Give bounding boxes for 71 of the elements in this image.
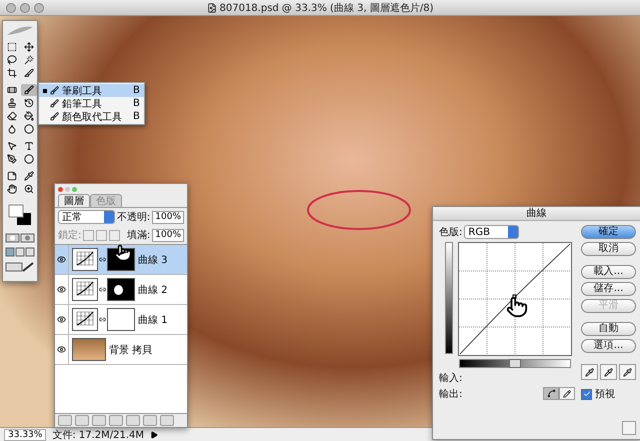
- eyedropper-icon: [604, 368, 613, 376]
- preview-label: 預視: [595, 388, 615, 401]
- eye-icon[interactable]: [57, 285, 66, 294]
- dialog-button[interactable]: 選項...: [581, 339, 636, 353]
- layer-row[interactable]: 曲線 3: [55, 245, 187, 275]
- fill-field[interactable]: 100%: [152, 228, 184, 242]
- window-title: 807018.psd @ 33.3% (曲線 3, 圖層遮色片/8): [220, 2, 434, 14]
- eye-icon[interactable]: [57, 315, 66, 324]
- document-size: 文件: 17.2M/21.4M: [52, 428, 144, 441]
- opacity-field[interactable]: 100%: [152, 210, 184, 224]
- eyedropper-icon: [585, 368, 594, 376]
- channel-label: 色版:: [439, 226, 462, 239]
- eye-icon[interactable]: [57, 345, 66, 354]
- dialog-button[interactable]: 儲存...: [581, 282, 636, 296]
- eye-icon[interactable]: [57, 255, 66, 264]
- input-label: 輸入:: [439, 372, 462, 384]
- feather-icon: [5, 25, 35, 37]
- brush-icon: [50, 99, 59, 108]
- layer-row[interactable]: 曲線 2: [55, 275, 187, 305]
- dialog-button[interactable]: 取消: [581, 242, 636, 256]
- panel-tab[interactable]: 圖層: [58, 194, 90, 207]
- pencil-icon: [563, 390, 571, 398]
- layer-name: 曲線 1: [138, 314, 168, 326]
- pencil-tool-button[interactable]: [559, 387, 575, 400]
- curve-graph[interactable]: [458, 242, 572, 356]
- link-icon: [99, 316, 106, 323]
- photo-thumbnail: [72, 338, 106, 361]
- brush-icon[interactable]: [20, 84, 36, 96]
- link-icon: [99, 286, 106, 293]
- eyedropper-button[interactable]: [581, 364, 598, 380]
- dialog-title: 曲線: [433, 207, 640, 221]
- quick-mask-icon[interactable]: [5, 233, 35, 243]
- zoom-field[interactable]: 33.33%: [4, 428, 46, 440]
- zoom-button[interactable]: [34, 2, 44, 12]
- dialog-button[interactable]: 確定: [581, 225, 636, 239]
- curve-tool-button[interactable]: [543, 387, 559, 400]
- link-icon: [99, 256, 106, 263]
- blend-mode-select[interactable]: 正常: [58, 210, 115, 224]
- channel-select[interactable]: RGB: [464, 225, 520, 239]
- layer-row[interactable]: 曲線 1: [55, 305, 187, 335]
- fill-label: 填滿:: [126, 228, 150, 242]
- brush-icon: [50, 112, 59, 121]
- hand-cursor-icon: [506, 296, 528, 318]
- dialog-button[interactable]: 自動: [581, 322, 636, 336]
- curves-thumbnail: [72, 308, 98, 331]
- curves-thumbnail: [72, 278, 98, 301]
- menu-item[interactable]: 顏色取代工具 B: [39, 110, 144, 123]
- menu-item[interactable]: 筆刷工具 B: [39, 84, 144, 97]
- dialog-button[interactable]: 載入...: [581, 265, 636, 279]
- minimize-button[interactable]: [20, 2, 30, 12]
- curve-icon: [546, 389, 556, 398]
- document-icon: [206, 2, 216, 12]
- opacity-label: 不透明:: [116, 210, 150, 224]
- curves-thumbnail: [72, 248, 98, 271]
- layer-name: 背景 拷貝: [109, 344, 152, 356]
- layer-name: 曲線 3: [138, 254, 168, 266]
- eyedropper-icon: [623, 368, 632, 376]
- checkmark-icon: [582, 390, 590, 398]
- slider-handle[interactable]: [509, 359, 521, 368]
- color-swatches-icon: [7, 203, 33, 227]
- menu-item[interactable]: 鉛筆工具 B: [39, 97, 144, 110]
- eyedropper-button[interactable]: [600, 364, 617, 380]
- arrow-icon[interactable]: [150, 430, 158, 438]
- preview-checkbox[interactable]: [581, 388, 592, 400]
- layer-row[interactable]: 背景 拷貝: [55, 335, 187, 365]
- eyedropper-button[interactable]: [619, 364, 636, 380]
- lock-label: 鎖定:: [58, 228, 82, 242]
- layer-name: 曲線 2: [138, 284, 168, 296]
- brush-icon: [50, 86, 59, 95]
- output-label: 輸出:: [439, 388, 462, 400]
- close-button[interactable]: [6, 2, 16, 12]
